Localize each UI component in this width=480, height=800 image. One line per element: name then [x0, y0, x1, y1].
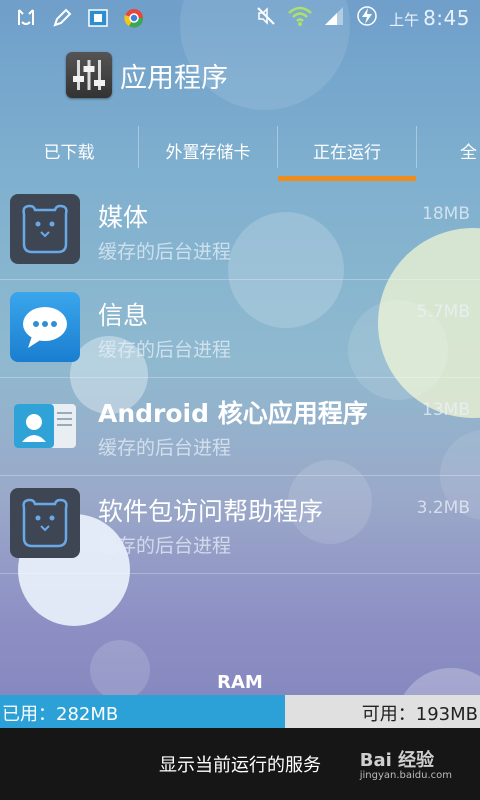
contacts-icon: [10, 390, 80, 460]
list-item[interactable]: 媒体 缓存的后台进程 18MB: [0, 182, 480, 280]
process-memory: 3.2MB: [416, 498, 470, 518]
process-memory: 5.7MB: [416, 302, 470, 322]
signal-icon: [323, 5, 345, 31]
process-name: 软件包访问帮助程序: [98, 497, 324, 526]
film-icon: [86, 6, 110, 30]
ram-usage-bar: 已用：282MB 可用：193MB: [0, 695, 480, 728]
tab-divider: [416, 126, 417, 168]
tab-bar: 已下载 外置存储卡 正在运行 全: [0, 118, 480, 182]
bear-media-icon: [10, 194, 80, 264]
selected-tab-indicator: [278, 176, 416, 181]
ram-free-text: 可用：193MB: [361, 704, 478, 725]
list-item[interactable]: Android 核心应用程序 缓存的后台进程 13MB: [0, 378, 480, 476]
bear-package-icon: [10, 488, 80, 558]
process-name: 信息: [98, 301, 149, 330]
wifi-icon: [287, 5, 313, 31]
action-bar: 应用程序: [0, 44, 480, 102]
process-status: 缓存的后台进程: [98, 241, 232, 263]
process-status: 缓存的后台进程: [98, 535, 232, 557]
process-status: 缓存的后台进程: [98, 339, 232, 361]
equalizer-settings-icon[interactable]: [66, 52, 112, 98]
process-name: Android 核心应用程序: [98, 399, 368, 428]
process-status: 缓存的后台进程: [98, 437, 232, 459]
page-title: 应用程序: [120, 63, 228, 94]
process-memory: 13MB: [422, 400, 470, 420]
running-process-list: 媒体 缓存的后台进程 18MB 信息 缓存的后台进程 5.7MB Android…: [0, 182, 480, 574]
messages-icon: [10, 292, 80, 362]
tab-running[interactable]: 正在运行: [278, 118, 416, 182]
tab-downloaded[interactable]: 已下载: [0, 118, 138, 182]
notification-icon: [14, 6, 38, 30]
baidu-watermark: Bai 经验 jingyan.baidu.com: [360, 746, 452, 781]
tab-all[interactable]: 全: [460, 118, 480, 182]
time-ampm: 上午: [389, 11, 420, 29]
tab-sd-card[interactable]: 外置存储卡: [139, 118, 277, 182]
bottom-bar: 显示当前运行的服务 Bai 经验 jingyan.baidu.com: [0, 728, 480, 800]
chrome-icon: [122, 6, 146, 30]
watermark-text: Bai 经验: [359, 750, 435, 771]
process-memory: 18MB: [422, 204, 470, 224]
ram-used-text: 已用：282MB: [2, 704, 119, 725]
ram-label: RAM: [217, 672, 263, 693]
list-item[interactable]: 软件包访问帮助程序 缓存的后台进程 3.2MB: [0, 476, 480, 574]
charging-icon: [355, 5, 379, 31]
status-bar: 上午 8:45: [0, 0, 480, 38]
process-name: 媒体: [98, 203, 149, 232]
watermark-url: jingyan.baidu.com: [359, 770, 452, 781]
clock: 8:45: [423, 6, 470, 30]
mute-icon: [255, 5, 277, 31]
list-item[interactable]: 信息 缓存的后台进程 5.7MB: [0, 280, 480, 378]
pen-icon: [50, 6, 74, 30]
